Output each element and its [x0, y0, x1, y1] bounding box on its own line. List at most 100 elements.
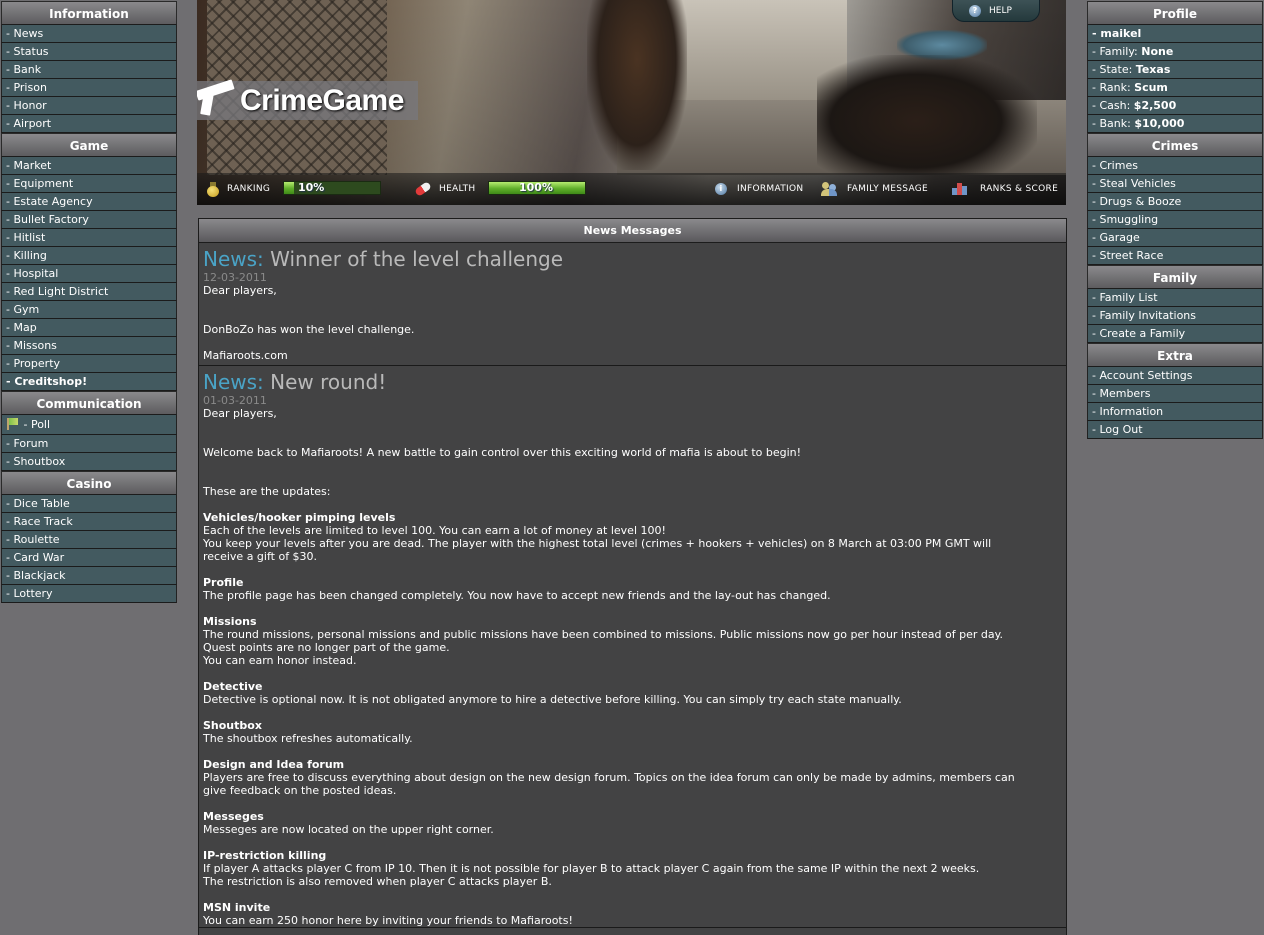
- fighter-figure: [587, 0, 687, 170]
- menu-item-hospital[interactable]: - Hospital: [1, 265, 177, 283]
- menu-item-create-family[interactable]: - Create a Family: [1087, 325, 1263, 343]
- news-heading: New round!: [270, 370, 387, 394]
- menu-item-card-war[interactable]: - Card War: [1, 549, 177, 567]
- section-line: You can earn honor instead.: [203, 654, 357, 667]
- section-line: The round missions, personal missions an…: [203, 628, 1004, 641]
- logo-text: CrimeGame: [240, 84, 404, 117]
- menu-item-hitlist[interactable]: - Hitlist: [1, 229, 177, 247]
- ranks-score-label: RANKS & SCORE: [980, 184, 1059, 194]
- section-line: Each of the levels are limited to level …: [203, 524, 666, 537]
- ranks-score-link[interactable]: RANKS & SCORE: [952, 173, 1058, 205]
- menu-item-members[interactable]: - Members: [1087, 385, 1263, 403]
- health-label: HEALTH: [439, 184, 476, 194]
- menu-item-family-invitations[interactable]: - Family Invitations: [1087, 307, 1263, 325]
- profile-state-value: Texas: [1135, 63, 1171, 76]
- profile-family-value: None: [1141, 45, 1174, 58]
- ranking-stat: RANKING: [207, 173, 270, 205]
- family-message-link[interactable]: FAMILY MESSAGE: [821, 173, 928, 205]
- menu-item-equipment[interactable]: - Equipment: [1, 175, 177, 193]
- profile-username[interactable]: - maikel: [1087, 25, 1263, 43]
- menu-item-race-track[interactable]: - Race Track: [1, 513, 177, 531]
- menu-item-poll[interactable]: - Poll: [1, 415, 177, 435]
- menu-item-property[interactable]: - Property: [1, 355, 177, 373]
- menu-item-market[interactable]: - Market: [1, 157, 177, 175]
- podium-icon: [952, 183, 968, 195]
- people-icon: [821, 182, 837, 196]
- profile-bank-value: $10,000: [1134, 117, 1185, 130]
- crimes-menu-title: Crimes: [1087, 133, 1263, 157]
- menu-item-crimes[interactable]: - Crimes: [1087, 157, 1263, 175]
- news-title: News: New round!: [203, 369, 1066, 395]
- section-line: Quest points are no longer part of the g…: [203, 641, 450, 654]
- info-icon: i: [715, 183, 727, 195]
- section-heading: Missions: [203, 615, 257, 628]
- menu-item-roulette[interactable]: - Roulette: [1, 531, 177, 549]
- help-button[interactable]: ? HELP: [952, 0, 1040, 22]
- section-line: The profile page has been changed comple…: [203, 589, 831, 602]
- menu-item-prison[interactable]: - Prison: [1, 79, 177, 97]
- menu-item-lottery[interactable]: - Lottery: [1, 585, 177, 603]
- menu-item-news[interactable]: - News: [1, 25, 177, 43]
- extra-menu-title: Extra: [1087, 343, 1263, 367]
- profile-cash-value: $2,500: [1133, 99, 1177, 112]
- profile-family: - Family: None: [1087, 43, 1263, 61]
- menu-item-log-out[interactable]: - Log Out: [1087, 421, 1263, 439]
- menu-item-airport[interactable]: - Airport: [1, 115, 177, 133]
- menu-item-street-race[interactable]: - Street Race: [1087, 247, 1263, 265]
- section-heading: MSN invite: [203, 901, 271, 914]
- menu-item-blackjack[interactable]: - Blackjack: [1, 567, 177, 585]
- news-panel: News Messages News: Winner of the level …: [198, 218, 1067, 935]
- news-title: News: Winner of the level challenge: [203, 246, 1066, 272]
- menu-item-smuggling[interactable]: - Smuggling: [1087, 211, 1263, 229]
- menu-item-shoutbox[interactable]: - Shoutbox: [1, 453, 177, 471]
- section-heading: Vehicles/hooker pimping levels: [203, 511, 396, 524]
- menu-item-information[interactable]: - Information: [1087, 403, 1263, 421]
- section-line: You can earn 250 honor here by inviting …: [203, 914, 573, 927]
- help-label: HELP: [989, 5, 1012, 16]
- gun-icon: [197, 79, 240, 120]
- news-body: Dear players, DonBoZo has won the level …: [203, 284, 1066, 362]
- right-sidebar: Profile - maikel - Family: None - State:…: [1087, 1, 1263, 439]
- menu-item-account-settings[interactable]: - Account Settings: [1087, 367, 1263, 385]
- news-date: 01-03-2011: [203, 394, 267, 407]
- menu-item-gym[interactable]: - Gym: [1, 301, 177, 319]
- menu-item-honor[interactable]: - Honor: [1, 97, 177, 115]
- pill-icon: [414, 181, 432, 197]
- menu-item-killing[interactable]: - Killing: [1, 247, 177, 265]
- menu-item-steal-vehicles[interactable]: - Steal Vehicles: [1087, 175, 1263, 193]
- menu-item-red-light-district[interactable]: - Red Light District: [1, 283, 177, 301]
- news-greeting: Dear players,: [203, 407, 277, 420]
- section-heading: Detective: [203, 680, 263, 693]
- menu-item-drugs-booze[interactable]: - Drugs & Booze: [1087, 193, 1263, 211]
- information-link[interactable]: i INFORMATION: [715, 173, 803, 205]
- section-heading: Design and Idea forum: [203, 758, 345, 771]
- section-line: Detective is optional now. It is not obl…: [203, 693, 902, 706]
- menu-item-family-list[interactable]: - Family List: [1087, 289, 1263, 307]
- menu-item-status[interactable]: - Status: [1, 43, 177, 61]
- section-line: The shoutbox refreshes automatically.: [203, 732, 413, 745]
- menu-item-forum[interactable]: - Forum: [1, 435, 177, 453]
- question-icon: ?: [969, 4, 981, 17]
- shooter-figure: [817, 55, 1037, 175]
- section-line: give feedback on the posted ideas.: [203, 784, 397, 797]
- section-line: Messeges are now located on the upper ri…: [203, 823, 494, 836]
- menu-item-dice-table[interactable]: - Dice Table: [1, 495, 177, 513]
- news-footer: Mafiaroots.com: [203, 349, 288, 362]
- menu-item-bullet-factory[interactable]: - Bullet Factory: [1, 211, 177, 229]
- menu-item-creditshop[interactable]: - Creditshop!: [1, 373, 177, 391]
- profile-rank-value: Scum: [1134, 81, 1168, 94]
- news-date: 12-03-2011: [203, 271, 267, 284]
- information-menu-title: Information: [1, 1, 177, 25]
- section-heading: IP-restriction killing: [203, 849, 327, 862]
- section-line: You keep your levels after you are dead.…: [203, 537, 992, 550]
- menu-item-estate-agency[interactable]: - Estate Agency: [1, 193, 177, 211]
- menu-item-map[interactable]: - Map: [1, 319, 177, 337]
- menu-item-garage[interactable]: - Garage: [1087, 229, 1263, 247]
- medal-icon: [207, 182, 219, 197]
- news-updates-intro: These are the updates:: [203, 485, 331, 498]
- status-bar: RANKING 10% HEALTH 100% i INFORMATION FA…: [197, 173, 1066, 205]
- site-logo[interactable]: CrimeGame: [197, 79, 418, 120]
- family-menu-title: Family: [1087, 265, 1263, 289]
- menu-item-bank[interactable]: - Bank: [1, 61, 177, 79]
- menu-item-missons[interactable]: - Missons: [1, 337, 177, 355]
